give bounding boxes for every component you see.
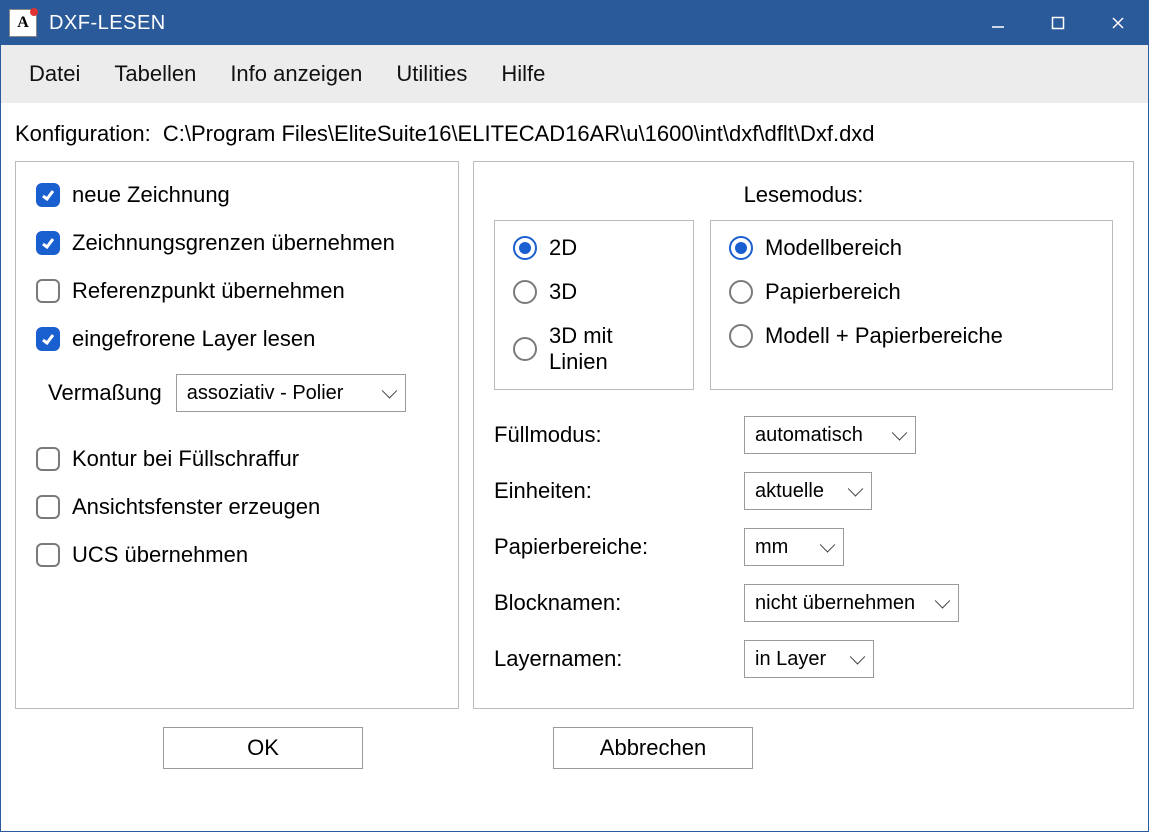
select-einheiten-value: aktuelle [755, 480, 824, 503]
cancel-button-label: Abbrechen [600, 735, 706, 761]
lbl-einheiten: Einheiten: [494, 478, 744, 504]
lbl-2d: 2D [549, 235, 577, 261]
select-layernamen[interactable]: in Layer [744, 640, 874, 678]
minimize-button[interactable] [968, 1, 1028, 45]
menubar: Datei Tabellen Info anzeigen Utilities H… [1, 45, 1148, 103]
lbl-zeichnungsgrenzen: Zeichnungsgrenzen übernehmen [72, 230, 395, 256]
config-line: Konfiguration: C:\Program Files\EliteSui… [1, 103, 1148, 161]
lbl-neue-zeichnung: neue Zeichnung [72, 182, 230, 208]
menu-tabellen[interactable]: Tabellen [114, 61, 196, 87]
window-title: DXF-LESEN [49, 12, 166, 35]
chk-referenzpunkt[interactable] [36, 279, 60, 303]
maximize-button[interactable] [1028, 1, 1088, 45]
lbl-referenzpunkt: Referenzpunkt übernehmen [72, 278, 345, 304]
lbl-papierbereiche: Papierbereiche: [494, 534, 744, 560]
chk-neue-zeichnung[interactable] [36, 183, 60, 207]
left-panel: neue Zeichnung Zeichnungsgrenzen überneh… [15, 161, 459, 709]
menu-utilities[interactable]: Utilities [396, 61, 467, 87]
lbl-eingefrorene-layer: eingefrorene Layer lesen [72, 326, 315, 352]
radio-papierbereich[interactable] [729, 280, 753, 304]
ok-button-label: OK [247, 735, 279, 761]
select-vermassung-value: assoziativ - Polier [187, 382, 344, 405]
lesemodus-title: Lesemodus: [494, 182, 1113, 208]
radio-group-bereich: Modellbereich Papierbereich Modell + Pap… [710, 220, 1113, 390]
lbl-papierbereich: Papierbereich [765, 279, 901, 305]
radio-3d[interactable] [513, 280, 537, 304]
menu-hilfe[interactable]: Hilfe [501, 61, 545, 87]
select-einheiten[interactable]: aktuelle [744, 472, 872, 510]
select-blocknamen[interactable]: nicht übernehmen [744, 584, 959, 622]
titlebar: A DXF-LESEN [1, 1, 1148, 45]
chk-ucs[interactable] [36, 543, 60, 567]
radio-3d-linien[interactable] [513, 337, 537, 361]
lbl-modellbereich: Modellbereich [765, 235, 902, 261]
lbl-blocknamen: Blocknamen: [494, 590, 744, 616]
cancel-button[interactable]: Abbrechen [553, 727, 753, 769]
chk-kontur-fuellschraffur[interactable] [36, 447, 60, 471]
right-panel: Lesemodus: 2D 3D 3D mit Linien [473, 161, 1134, 709]
ok-button[interactable]: OK [163, 727, 363, 769]
select-fuellmodus[interactable]: automatisch [744, 416, 916, 454]
lbl-ucs: UCS übernehmen [72, 542, 248, 568]
lbl-vermassung: Vermaßung [48, 380, 162, 406]
radio-2d[interactable] [513, 236, 537, 260]
lbl-ansichtsfenster: Ansichtsfenster erzeugen [72, 494, 320, 520]
lbl-3d-linien: 3D mit Linien [549, 323, 675, 375]
lbl-layernamen: Layernamen: [494, 646, 744, 672]
app-icon: A [9, 9, 37, 37]
lbl-kontur-fuellschraffur: Kontur bei Füllschraffur [72, 446, 299, 472]
select-papierbereiche-value: mm [755, 536, 788, 559]
radio-group-dimension: 2D 3D 3D mit Linien [494, 220, 694, 390]
select-blocknamen-value: nicht übernehmen [755, 592, 915, 615]
select-vermassung[interactable]: assoziativ - Polier [176, 374, 406, 412]
select-fuellmodus-value: automatisch [755, 424, 863, 447]
menu-info[interactable]: Info anzeigen [230, 61, 362, 87]
menu-datei[interactable]: Datei [29, 61, 80, 87]
radio-modell-papier[interactable] [729, 324, 753, 348]
select-layernamen-value: in Layer [755, 648, 826, 671]
chk-ansichtsfenster[interactable] [36, 495, 60, 519]
chk-eingefrorene-layer[interactable] [36, 327, 60, 351]
lbl-fuellmodus: Füllmodus: [494, 422, 744, 448]
select-papierbereiche[interactable]: mm [744, 528, 844, 566]
config-path: C:\Program Files\EliteSuite16\ELITECAD16… [163, 121, 875, 146]
lbl-modell-papier: Modell + Papierbereiche [765, 323, 1003, 349]
chk-zeichnungsgrenzen[interactable] [36, 231, 60, 255]
lbl-3d: 3D [549, 279, 577, 305]
close-button[interactable] [1088, 1, 1148, 45]
config-label: Konfiguration: [15, 121, 151, 146]
radio-modellbereich[interactable] [729, 236, 753, 260]
